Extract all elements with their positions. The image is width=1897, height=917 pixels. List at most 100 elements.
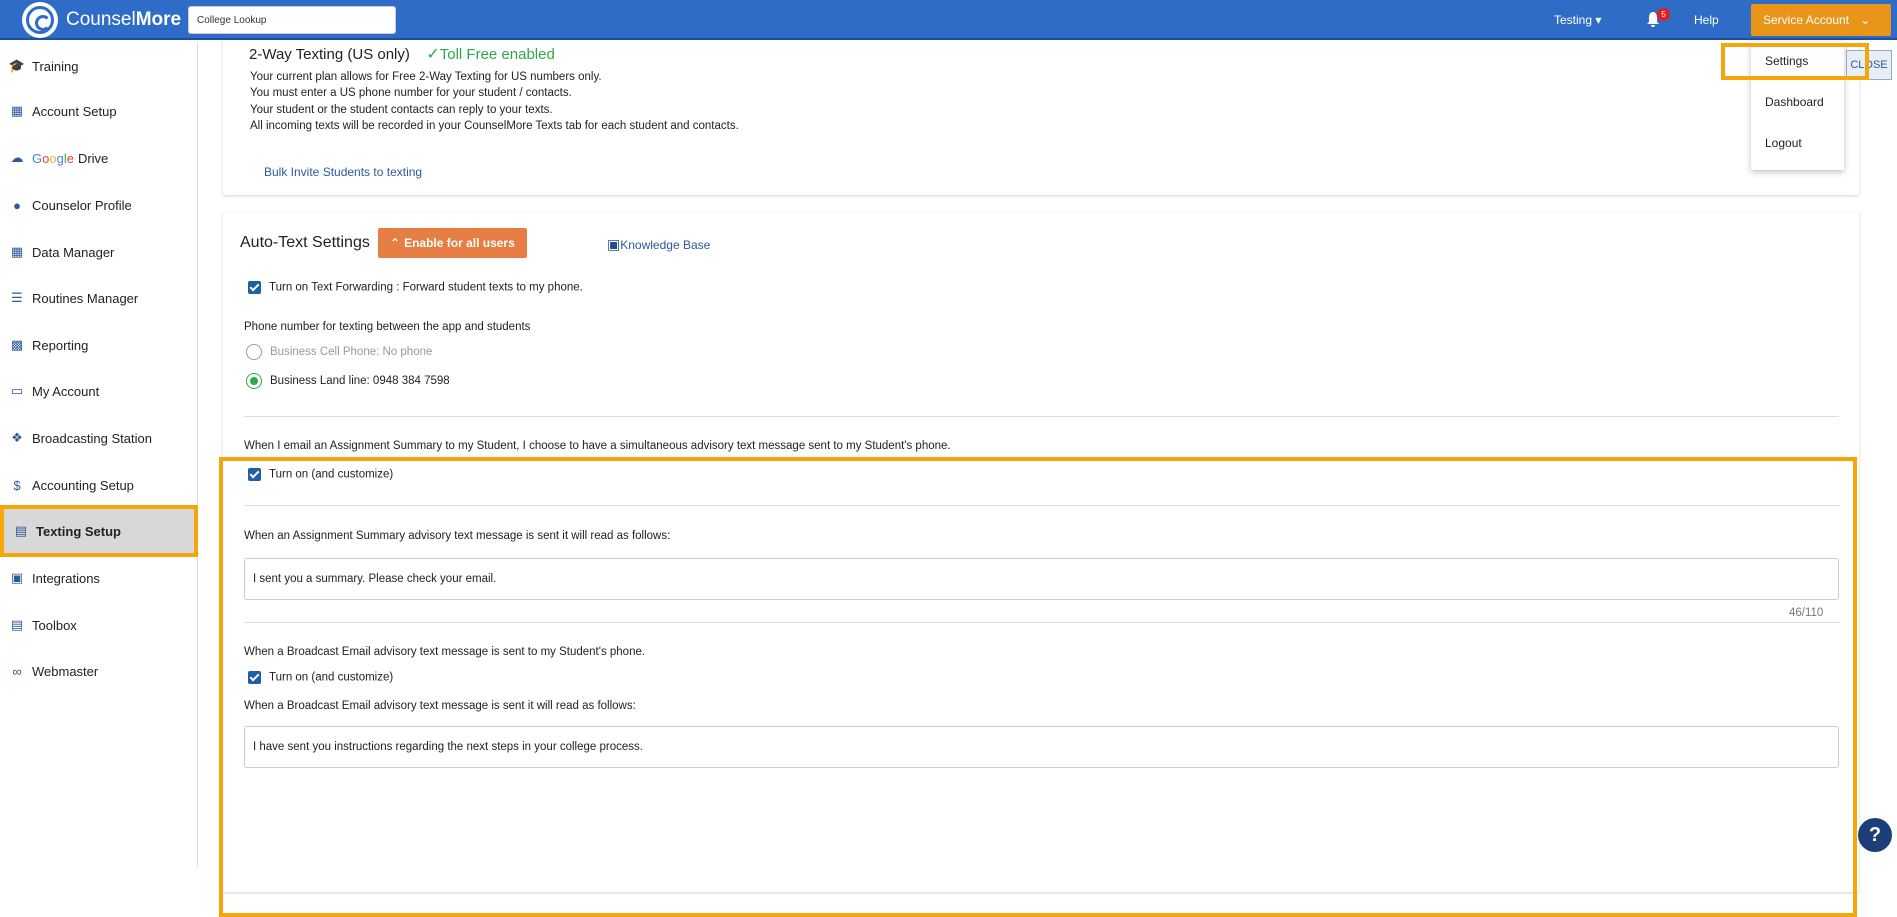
auto-text-settings-card: Auto-Text Settings ⌃ Enable for all users… bbox=[223, 212, 1859, 892]
two-way-texting-card: 2-Way Texting (US only) ✓Toll Free enabl… bbox=[223, 40, 1859, 195]
bar-chart-icon: ▩ bbox=[10, 337, 24, 352]
auto-text-title: Auto-Text Settings bbox=[240, 234, 370, 251]
sidebar-item-label: Data Manager bbox=[32, 244, 115, 260]
sidebar-item-counselor-profile[interactable]: ● Counselor Profile bbox=[0, 183, 198, 227]
double-chevron-up-icon: ⌃ bbox=[390, 236, 401, 250]
text-forwarding-row[interactable]: Turn on Text Forwarding : Forward studen… bbox=[248, 281, 583, 294]
top-bar: CounselMore College Lookup Testing ▾ 5 H… bbox=[0, 0, 1897, 40]
toll-free-status: Toll Free enabled bbox=[439, 46, 555, 63]
sidebar-item-google-drive[interactable]: ☁ Google Drive bbox=[0, 136, 198, 180]
google-logo-text: Google bbox=[32, 150, 74, 166]
sidebar-item-data-manager[interactable]: ▦ Data Manager bbox=[0, 230, 198, 274]
sidebar-item-label: Routines Manager bbox=[32, 290, 139, 306]
texting-info-line: All incoming texts will be recorded in y… bbox=[250, 120, 739, 132]
sidebar-item-label: Texting Setup bbox=[36, 523, 121, 539]
knowledge-base-link[interactable]: ▣Knowledge Base bbox=[607, 236, 710, 254]
chat-icon: ▤ bbox=[14, 523, 28, 538]
sidebar-item-my-account[interactable]: ▭ My Account bbox=[0, 369, 198, 413]
forum-icon: ▣ bbox=[607, 236, 621, 252]
menu-item-logout[interactable]: Logout bbox=[1765, 136, 1802, 150]
section-divider bbox=[244, 505, 1839, 506]
sidebar-item-webmaster[interactable]: ∞ Webmaster bbox=[0, 649, 198, 693]
business-cell-radio[interactable] bbox=[246, 344, 262, 360]
testing-menu[interactable]: Testing ▾ bbox=[1554, 13, 1601, 27]
assignment-message-value: I sent you a summary. Please check your … bbox=[253, 573, 497, 585]
broadcast-message-input[interactable]: I have sent you instructions regarding t… bbox=[244, 726, 1839, 768]
sidebar-item-label: Broadcasting Station bbox=[32, 430, 152, 446]
list-icon: ☰ bbox=[11, 290, 23, 305]
broadcast-turn-on-row[interactable]: Turn on (and customize) bbox=[248, 671, 393, 684]
assignment-reads-as-text: When an Assignment Summary advisory text… bbox=[244, 530, 671, 542]
business-landline-radio[interactable] bbox=[246, 373, 262, 389]
sidebar-item-label: Training bbox=[32, 58, 79, 74]
card-icon: ▭ bbox=[10, 383, 24, 398]
assignment-message-input[interactable]: I sent you a summary. Please check your … bbox=[244, 558, 1839, 600]
texting-info-line: You must enter a US phone number for you… bbox=[250, 87, 572, 99]
service-account-button[interactable]: Service Account ⌄ bbox=[1751, 4, 1891, 36]
link-icon: ∞ bbox=[12, 663, 22, 679]
sidebar-item-broadcasting-station[interactable]: ❖ Broadcasting Station bbox=[0, 416, 198, 460]
sidebar-item-integrations[interactable]: ▣ Integrations bbox=[0, 556, 198, 600]
business-landline-radio-row[interactable]: Business Land line: 0948 384 7598 bbox=[246, 373, 450, 389]
check-circle-icon: ✓ bbox=[426, 46, 440, 63]
texting-info-line: Your current plan allows for Free 2-Way … bbox=[250, 71, 602, 83]
main-content: 2-Way Texting (US only) ✓Toll Free enabl… bbox=[199, 40, 1897, 917]
assignment-turn-on-row[interactable]: Turn on (and customize) bbox=[248, 468, 393, 481]
assignment-turn-on-checkbox[interactable] bbox=[248, 468, 261, 481]
sidebar-item-training[interactable]: 🎓 Training bbox=[0, 44, 198, 88]
sidebar-item-label: My Account bbox=[32, 383, 100, 399]
broadcast-turn-on-label: Turn on (and customize) bbox=[269, 671, 394, 684]
business-cell-label: Business Cell Phone: No phone bbox=[270, 346, 433, 359]
dollar-icon: $ bbox=[13, 477, 21, 493]
toolbox-icon: ▤ bbox=[10, 617, 24, 632]
building-icon: ▦ bbox=[10, 103, 24, 118]
graduation-icon: 🎓 bbox=[8, 58, 26, 73]
assignment-intro-text: When I email an Assignment Summary to my… bbox=[244, 440, 951, 452]
sidebar-item-label: Integrations bbox=[32, 570, 100, 586]
sidebar: 🎓 Training ▦ Account Setup ☁ Google Drive … bbox=[0, 42, 198, 866]
sidebar-item-label: Counselor Profile bbox=[32, 197, 132, 213]
assignment-character-counter: 46/110 bbox=[1789, 607, 1824, 619]
knowledge-base-label: Knowledge Base bbox=[620, 238, 711, 252]
broadcast-reads-as-text: When a Broadcast Email advisory text mes… bbox=[244, 700, 636, 712]
notification-badge: 5 bbox=[1657, 8, 1670, 21]
sidebar-item-accounting-setup[interactable]: $ Accounting Setup bbox=[0, 463, 198, 507]
menu-item-settings[interactable]: Settings bbox=[1765, 54, 1808, 68]
sidebar-item-label: Account Setup bbox=[32, 103, 117, 119]
table-icon: ▦ bbox=[10, 244, 24, 259]
bulk-invite-link[interactable]: Bulk Invite Students to texting bbox=[264, 165, 422, 179]
text-forwarding-checkbox[interactable] bbox=[248, 281, 261, 294]
sidebar-item-routines-manager[interactable]: ☰ Routines Manager bbox=[0, 276, 198, 320]
sidebar-item-toolbox[interactable]: ▤ Toolbox bbox=[0, 603, 198, 647]
help-link[interactable]: Help bbox=[1694, 13, 1719, 27]
college-lookup-input[interactable]: College Lookup bbox=[188, 6, 396, 34]
business-landline-label: Business Land line: 0948 384 7598 bbox=[270, 375, 450, 388]
section-divider bbox=[244, 622, 1839, 623]
sidebar-item-label: Toolbox bbox=[32, 617, 77, 633]
chevron-down-icon: ⌄ bbox=[1860, 13, 1871, 27]
sidebar-item-reporting[interactable]: ▩ Reporting bbox=[0, 323, 198, 367]
sidebar-item-account-setup[interactable]: ▦ Account Setup bbox=[0, 89, 198, 133]
antenna-icon: ❖ bbox=[11, 430, 23, 445]
assignment-turn-on-label: Turn on (and customize) bbox=[269, 468, 394, 481]
phone-number-heading: Phone number for texting between the app… bbox=[244, 321, 531, 333]
sidebar-item-texting-setup[interactable]: ▤ Texting Setup bbox=[0, 505, 198, 557]
calendar-icon: ▣ bbox=[10, 570, 24, 585]
person-icon: ● bbox=[13, 197, 21, 213]
brand-name: CounselMore bbox=[66, 9, 182, 30]
texting-title-row: 2-Way Texting (US only) ✓Toll Free enabl… bbox=[249, 44, 555, 64]
logo-icon[interactable] bbox=[22, 2, 58, 38]
business-cell-radio-row[interactable]: Business Cell Phone: No phone bbox=[246, 344, 432, 360]
help-icon[interactable]: ? bbox=[1858, 818, 1892, 852]
menu-item-dashboard[interactable]: Dashboard bbox=[1765, 95, 1824, 109]
text-forwarding-label: Turn on Text Forwarding : Forward studen… bbox=[269, 281, 583, 294]
sidebar-item-label: Drive bbox=[77, 150, 109, 166]
section-divider bbox=[244, 416, 1839, 417]
sidebar-item-label: Webmaster bbox=[32, 663, 99, 679]
enable-all-label: Enable for all users bbox=[404, 236, 515, 250]
broadcast-intro-text: When a Broadcast Email advisory text mes… bbox=[244, 646, 646, 658]
broadcast-turn-on-checkbox[interactable] bbox=[248, 671, 261, 684]
enable-all-users-button[interactable]: ⌃ Enable for all users bbox=[378, 228, 527, 258]
close-button[interactable]: CLOSE bbox=[1846, 50, 1892, 80]
cloud-check-icon: ☁ bbox=[10, 150, 24, 165]
